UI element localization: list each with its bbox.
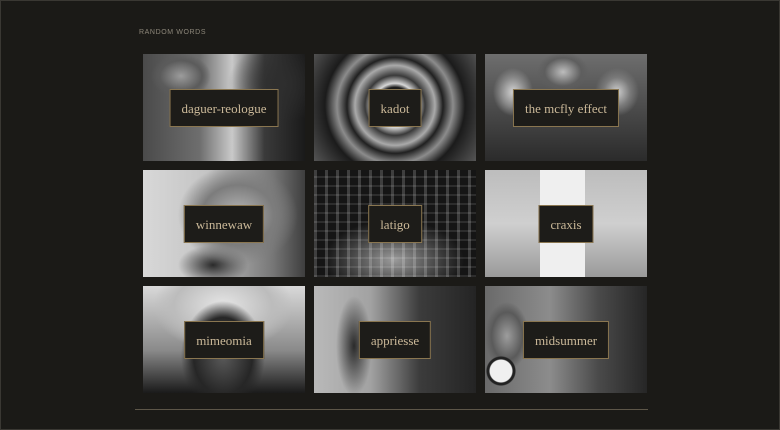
word-tile[interactable]: kadot <box>314 54 476 161</box>
word-label: the mcfly effect <box>512 88 620 127</box>
word-label: daguer-reologue <box>169 88 279 127</box>
bottom-divider <box>135 409 648 410</box>
word-label: winnewaw <box>183 204 265 243</box>
word-tile[interactable]: winnewaw <box>143 170 305 277</box>
word-tile[interactable]: mimeomia <box>143 286 305 393</box>
word-tile[interactable]: latigo <box>314 170 476 277</box>
word-tile[interactable]: appriesse <box>314 286 476 393</box>
word-tile[interactable]: craxis <box>485 170 647 277</box>
word-label: mimeomia <box>184 320 264 359</box>
word-tile[interactable]: the mcfly effect <box>485 54 647 161</box>
word-label: midsummer <box>522 320 610 359</box>
section-label: RANDOM WORDS <box>139 29 207 36</box>
word-tile[interactable]: midsummer <box>485 286 647 393</box>
word-label: kadot <box>368 88 422 127</box>
word-label: craxis <box>538 204 594 243</box>
word-grid: daguer-reologue kadot the mcfly effect w… <box>143 54 647 393</box>
word-label: latigo <box>368 204 422 243</box>
word-label: appriesse <box>358 320 432 359</box>
word-tile[interactable]: daguer-reologue <box>143 54 305 161</box>
